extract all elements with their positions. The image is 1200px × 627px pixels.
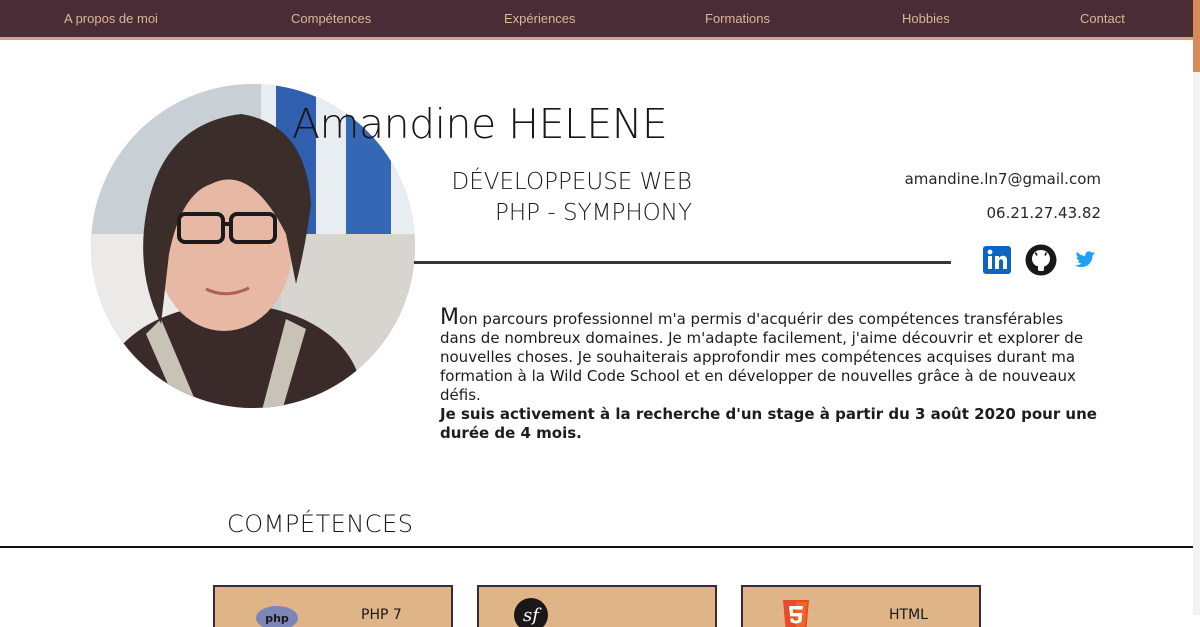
twitter-icon[interactable] (1072, 244, 1098, 276)
nav-item-about[interactable]: A propos de moi (64, 11, 158, 26)
job-title-line2: PHP - SYMPHONY (495, 200, 692, 226)
email-address[interactable]: amandine.ln7@gmail.com (905, 170, 1101, 188)
profile-name: Amandine HELENE (292, 100, 668, 148)
top-navigation: A propos de moi Compétences Expériences … (0, 0, 1193, 40)
skill-card-symfony[interactable]: sf (477, 585, 717, 627)
svg-text:php: php (265, 612, 289, 625)
html5-icon (781, 599, 811, 627)
skill-card-php[interactable]: php PHP 7 (213, 585, 453, 627)
linkedin-icon[interactable] (980, 244, 1014, 276)
bio-text: on parcours professionnel m'a permis d'a… (440, 310, 1084, 404)
nav-item-skills[interactable]: Compétences (291, 11, 371, 26)
job-title-line1: DÉVELOPPEUSE WEB (451, 169, 693, 195)
nav-item-contact[interactable]: Contact (1080, 11, 1125, 26)
skills-section-divider (0, 546, 1193, 548)
symfony-icon: sf (513, 597, 549, 627)
skill-card-label: HTML (889, 607, 928, 623)
skill-card-html[interactable]: HTML (741, 585, 981, 627)
php-icon: php (255, 605, 299, 627)
bio-paragraph: Mon parcours professionnel m'a permis d'… (440, 305, 1100, 443)
nav-item-education[interactable]: Formations (705, 11, 770, 26)
bio-drop-letter: M (440, 305, 459, 330)
header-divider (414, 261, 951, 264)
scrollbar-thumb[interactable] (1193, 0, 1200, 72)
skills-section-title: COMPÉTENCES (227, 510, 414, 538)
bio-highlight: Je suis activement à la recherche d'un s… (440, 405, 1097, 442)
phone-number: 06.21.27.43.82 (986, 204, 1101, 222)
scrollbar-track[interactable] (1193, 0, 1200, 615)
nav-item-experiences[interactable]: Expériences (504, 11, 576, 26)
github-icon[interactable] (1024, 244, 1058, 276)
nav-item-hobbies[interactable]: Hobbies (902, 11, 950, 26)
skill-card-label: PHP 7 (361, 607, 402, 623)
